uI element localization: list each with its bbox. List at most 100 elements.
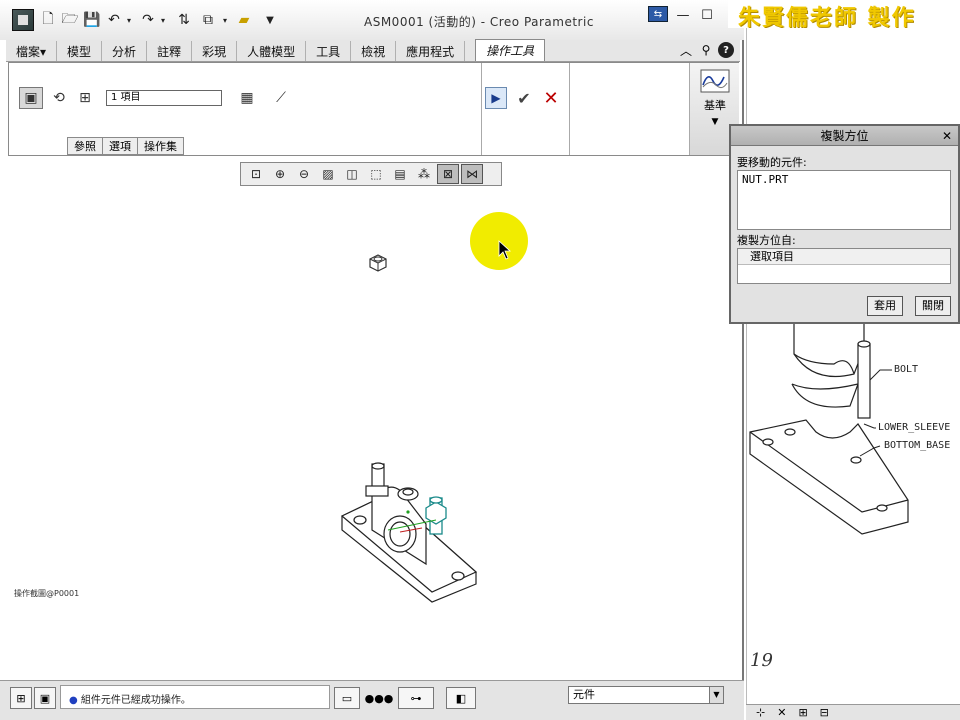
tool-icon[interactable]: ⊟ — [820, 706, 829, 719]
ok-check-button[interactable]: ✔ — [514, 87, 534, 109]
copy-orientation-dialog: 複製方位 ✕ 要移動的元件: NUT.PRT 複製方位自: 選取項目 套用 關閉 — [729, 124, 960, 324]
windows-dropdown-icon[interactable]: ▾ — [220, 11, 230, 29]
datum-label: 基準 — [704, 99, 726, 112]
redo-dropdown-icon[interactable]: ▾ — [158, 11, 168, 29]
subtab-references[interactable]: 參照 — [67, 137, 103, 155]
spin-center-icon[interactable]: ⋈ — [461, 164, 483, 184]
translate-component-icon[interactable]: ⊞ — [73, 87, 97, 109]
minimize-button[interactable]: — — [672, 6, 694, 24]
message-area: ● 組件元件已經成功操作。 — [60, 685, 330, 709]
close-icon[interactable]: ✕ — [777, 706, 786, 719]
tab-operations[interactable]: 操作工具 — [475, 39, 546, 61]
status-bar: ⊞ ▣ ● 組件元件已經成功操作。 ▭ ●●● ⊶ ◧ 元件 ▼ — [0, 680, 744, 720]
repaint-icon[interactable]: ▨ — [317, 164, 339, 184]
maximize-button[interactable]: ☐ — [696, 6, 718, 24]
view-manager-icon[interactable]: ▤ — [389, 164, 411, 184]
orient-reference-list[interactable]: 選取項目 — [737, 248, 951, 284]
rotate-component-icon[interactable]: ⟲ — [47, 87, 71, 109]
cancel-x-button[interactable]: ✕ — [541, 87, 561, 109]
reference-exploded-drawing — [749, 324, 909, 535]
selected-items-icon[interactable]: ◧ — [446, 687, 476, 709]
tab-file[interactable]: 檔案▾ — [6, 41, 58, 61]
list-item[interactable] — [738, 265, 950, 281]
display-style-icon[interactable]: ◫ — [341, 164, 363, 184]
swap-window-icon[interactable]: ⇆ — [648, 6, 668, 22]
items-collector-field[interactable]: 1 項目 — [106, 90, 222, 106]
new-file-icon[interactable]: 🗋 — [40, 11, 56, 29]
close-icon[interactable]: ✕ — [942, 126, 952, 146]
dialog-title-bar[interactable]: 複製方位 ✕ — [731, 126, 958, 146]
ribbon-separator — [481, 63, 482, 155]
tab-annotate[interactable]: 註釋 — [147, 41, 193, 61]
zoom-out-icon[interactable]: ⊖ — [293, 164, 315, 184]
callout-bottom-base: BOTTOM_BASE — [884, 440, 951, 451]
search-icon[interactable]: ⚲ — [698, 42, 714, 58]
datum-display-filters-icon[interactable]: ⁂ — [413, 164, 435, 184]
selection-mode-icon[interactable]: ●●● — [365, 687, 394, 709]
app-icon[interactable] — [12, 9, 34, 31]
selection-filter-select[interactable]: 元件 ▼ — [568, 686, 724, 704]
watermark-text: 朱賢儒老師 製作 — [728, 0, 960, 28]
resume-play-button[interactable]: ▶ — [485, 87, 507, 109]
ribbon-right-controls: ︿ ⚲ ? — [678, 42, 734, 58]
tab-analysis[interactable]: 分析 — [102, 41, 148, 61]
apply-button[interactable]: 套用 — [867, 296, 903, 316]
help-icon[interactable]: ? — [718, 42, 734, 58]
list-item[interactable]: NUT.PRT — [742, 173, 946, 186]
ribbon-subtabs: 參照 選項 操作集 — [67, 137, 184, 155]
zoom-in-icon[interactable]: ⊕ — [269, 164, 291, 184]
ribbon-tabs: 檔案▾ 模型 分析 註釋 彩現 人體模型 工具 檢視 應用程式 操作工具 ︿ ⚲… — [6, 39, 740, 62]
model-name-label: 操作截圖@P0001 — [14, 589, 80, 598]
filter-value: 元件 — [573, 688, 595, 701]
orient-from-label: 複製方位自: — [737, 234, 796, 247]
customize-dropdown-icon[interactable]: ▼ — [264, 11, 276, 29]
datum-curve-icon — [700, 69, 730, 93]
chevron-down-icon[interactable]: ▼ — [709, 687, 723, 703]
graphics-toolbar: ⊡ ⊕ ⊖ ▨ ◫ ⬚ ▤ ⁂ ⊠ ⋈ — [240, 162, 502, 186]
assembly-model[interactable] — [336, 460, 482, 604]
window-title: ASM0001 (活動的) - Creo Parametric — [364, 15, 594, 29]
undo-icon[interactable]: ↶ — [106, 11, 122, 29]
ribbon-separator — [569, 63, 570, 155]
component-select-icon[interactable]: ▣ — [19, 87, 43, 109]
title-bar: 🗋 🗁 💾 ↶ ▾ ↷ ▾ ⇅ ⧉ ▾ ▰ ▼ ASM0001 (活動的) - … — [0, 0, 744, 40]
component-list[interactable]: NUT.PRT — [737, 170, 951, 230]
callout-bolt: BOLT — [894, 364, 919, 375]
tab-render[interactable]: 彩現 — [192, 41, 238, 61]
regenerate-icon[interactable]: ⇅ — [176, 11, 192, 29]
subtab-operation-set[interactable]: 操作集 — [137, 137, 184, 155]
collapse-ribbon-icon[interactable]: ︿ — [678, 42, 694, 58]
reference-toolbar-strip: ⊹ ✕ ⊞ ⊟ — [746, 704, 960, 720]
tab-view[interactable]: 檢視 — [351, 41, 397, 61]
model-tree-toggle-icon[interactable]: ⊞ — [10, 687, 32, 709]
annotation-display-icon[interactable]: ⊠ — [437, 164, 459, 184]
list-item[interactable]: 選取項目 — [738, 249, 950, 265]
drag-tool-icon[interactable]: ⟋ — [269, 87, 293, 109]
browser-toggle-icon[interactable]: ▣ — [34, 687, 56, 709]
open-file-icon[interactable]: 🗁 — [61, 11, 78, 29]
undo-dropdown-icon[interactable]: ▾ — [124, 11, 134, 29]
creo-window: 🗋 🗁 💾 ↶ ▾ ↷ ▾ ⇅ ⧉ ▾ ▰ ▼ ASM0001 (活動的) - … — [0, 0, 744, 720]
tab-tools[interactable]: 工具 — [306, 41, 352, 61]
subtab-options[interactable]: 選項 — [102, 137, 138, 155]
find-binoculars-icon[interactable]: ⊶ — [398, 687, 434, 709]
saved-orientations-icon[interactable]: ⬚ — [365, 164, 387, 184]
page-number: 19 — [750, 650, 773, 671]
close-button[interactable]: 關閉 — [915, 296, 951, 316]
redo-icon[interactable]: ↷ — [140, 11, 156, 29]
tool-icon[interactable]: ⊞ — [798, 706, 807, 719]
nut-part-model[interactable] — [366, 252, 390, 274]
tab-model[interactable]: 模型 — [57, 41, 103, 61]
tab-manikin[interactable]: 人體模型 — [237, 41, 307, 61]
graphics-toggle-icon[interactable]: ▭ — [334, 687, 360, 709]
save-icon[interactable]: 💾 — [83, 11, 100, 29]
dynamic-snap-icon[interactable]: ▦ — [235, 87, 259, 109]
tool-icon[interactable]: ⊹ — [756, 706, 765, 719]
callout-lower-sleeve: LOWER_SLEEVE — [878, 422, 951, 433]
folder-icon[interactable]: ▰ — [236, 11, 252, 29]
tab-applications[interactable]: 應用程式 — [396, 41, 466, 61]
mouse-cursor-icon — [498, 240, 512, 260]
dialog-title: 複製方位 — [820, 129, 869, 143]
refit-icon[interactable]: ⊡ — [245, 164, 267, 184]
windows-icon[interactable]: ⧉ — [200, 11, 216, 29]
